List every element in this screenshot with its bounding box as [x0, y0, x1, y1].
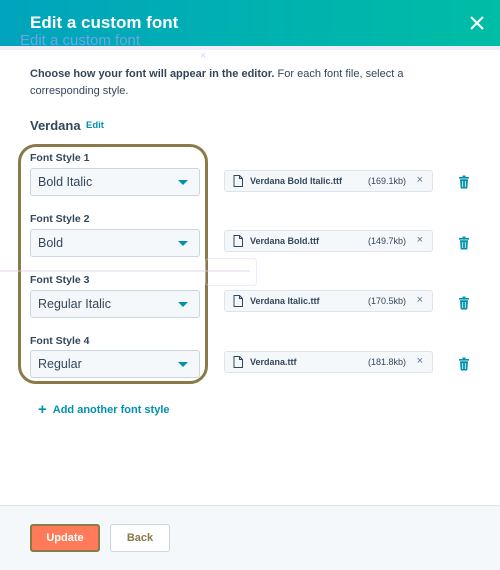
modal-footer: Update Back [0, 505, 500, 570]
font-style-select-1[interactable]: Bold Italic [30, 168, 200, 196]
font-style-value-3: Regular Italic [38, 297, 111, 311]
font-style-label-2: Font Style 2 [30, 213, 90, 225]
font-file-size-2: (149.7kb) [367, 236, 406, 246]
font-file-name-4: Verdana.ttf [250, 357, 297, 367]
add-font-style-label: Add another font style [52, 404, 170, 416]
remove-file-button-2[interactable]: × [417, 234, 423, 246]
trash-icon[interactable] [458, 296, 470, 310]
add-font-style-button[interactable]: + Add another font style [38, 400, 170, 418]
close-button[interactable] [466, 12, 488, 34]
font-name: Verdana [30, 118, 81, 133]
font-style-select-2[interactable]: Bold [30, 229, 200, 257]
back-button[interactable]: Back [110, 524, 170, 552]
font-file-name-3: Verdana Italic.ttf [250, 296, 320, 306]
remove-file-button-3[interactable]: × [417, 294, 423, 306]
trash-icon[interactable] [458, 236, 470, 250]
file-icon [233, 235, 243, 247]
font-file-1: Verdana Bold Italic.ttf (169.1kb) × [224, 170, 433, 192]
render-artifact [0, 270, 250, 272]
modal-header: Edit a custom font [0, 0, 500, 46]
font-file-size-4: (181.8kb) [367, 357, 406, 367]
chevron-down-icon [178, 362, 188, 367]
intro-text: Choose how your font will appear in the … [30, 66, 470, 100]
render-artifact [205, 258, 257, 286]
remove-file-button-1[interactable]: × [417, 174, 423, 186]
close-icon [470, 16, 484, 30]
file-icon [233, 295, 243, 307]
font-file-size-3: (170.5kb) [367, 296, 406, 306]
font-style-value-2: Bold [38, 236, 64, 250]
font-style-label-4: Font Style 4 [30, 335, 90, 347]
font-file-3: Verdana Italic.ttf (170.5kb) × [224, 290, 433, 312]
modal-title: Edit a custom font [30, 13, 179, 32]
plus-icon: + [38, 401, 47, 418]
update-button[interactable]: Update [30, 524, 100, 552]
render-artifact: × [200, 50, 207, 62]
file-icon [233, 356, 243, 368]
font-style-label-1: Font Style 1 [30, 152, 90, 164]
font-file-4: Verdana.ttf (181.8kb) × [224, 351, 433, 373]
trash-icon[interactable] [458, 357, 470, 371]
font-style-label-3: Font Style 3 [30, 274, 90, 286]
trash-icon[interactable] [458, 175, 470, 189]
chevron-down-icon [178, 241, 188, 246]
font-file-size-1: (169.1kb) [367, 176, 406, 186]
font-style-value-1: Bold Italic [38, 175, 93, 189]
render-artifact [0, 46, 500, 50]
font-file-name-1: Verdana Bold Italic.ttf [250, 176, 343, 186]
remove-file-button-4[interactable]: × [417, 355, 423, 367]
edit-font-modal: Edit a custom font Edit a custom font × … [0, 0, 500, 570]
font-style-value-4: Regular [38, 357, 82, 371]
file-icon [233, 175, 243, 187]
font-edit-link[interactable]: Edit [86, 120, 104, 131]
font-style-select-4[interactable]: Regular [30, 350, 200, 378]
intro-bold: Choose how your font will appear in the … [30, 68, 275, 80]
font-file-name-2: Verdana Bold.ttf [250, 236, 320, 246]
font-file-2: Verdana Bold.ttf (149.7kb) × [224, 230, 433, 252]
chevron-down-icon [178, 302, 188, 307]
chevron-down-icon [178, 180, 188, 185]
font-style-select-3[interactable]: Regular Italic [30, 290, 200, 318]
